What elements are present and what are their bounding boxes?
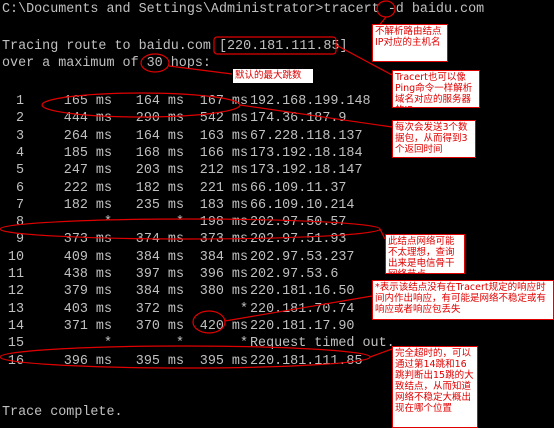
hop-time-2: 397 ms bbox=[135, 267, 184, 282]
hop-number: 6 bbox=[15, 180, 24, 196]
hop-address: 202.97.53.6 bbox=[250, 267, 339, 282]
hop-time-3: 396 ms bbox=[199, 267, 248, 282]
hop-time-2: * bbox=[175, 336, 184, 352]
hop-time-1: 165 ms bbox=[63, 94, 112, 109]
hop-row: 7 182 ms 235 ms 183 ms 66.109.10.214 bbox=[0, 197, 554, 214]
hop-row: 5 247 ms 203 ms 212 ms 173.192.18.147 bbox=[0, 162, 554, 179]
hop-time-3: 542 ms bbox=[199, 111, 248, 127]
hop-address: 220.181.70.74 bbox=[250, 301, 355, 317]
hop-address: 220.181.111.85 bbox=[250, 353, 363, 369]
hop-number: 14 bbox=[7, 318, 24, 334]
note-timeout: 完全超时的，可以通过第14跳和16跳判断出15跳的大致结点，从而知道网络不稳定大… bbox=[392, 346, 478, 428]
hop-address: 174.36.187.9 bbox=[250, 111, 347, 127]
hop-time-2: 374 ms bbox=[135, 232, 184, 248]
hop-time-3: 384 ms bbox=[199, 249, 248, 265]
hop-time-2: 164 ms bbox=[135, 128, 184, 144]
hop-row: 9 373 ms 374 ms 373 ms 202.97.51.93 bbox=[0, 231, 554, 248]
hop-time-1: 409 ms bbox=[63, 249, 112, 265]
hop-time-3: 221 ms bbox=[199, 180, 248, 196]
hop-time-1: 371 ms bbox=[63, 318, 112, 334]
tracing-line: Tracing route to baidu.com [220.181.111.… bbox=[2, 39, 348, 54]
hop-time-1: 396 ms bbox=[63, 353, 112, 369]
hop-row: 8 * * 198 ms 202.97.50.57 bbox=[0, 214, 554, 231]
hop-time-3: 163 ms bbox=[199, 128, 248, 144]
hop-time-1: 444 ms bbox=[63, 111, 112, 127]
command-line: C:\Documents and Settings\Administrator>… bbox=[2, 2, 485, 17]
hop-time-3: 183 ms bbox=[199, 197, 248, 213]
hop-number: 5 bbox=[15, 163, 24, 179]
hop-address: 67.228.118.137 bbox=[250, 128, 363, 144]
hop-time-1: * bbox=[103, 215, 112, 231]
hop-number: 10 bbox=[7, 249, 24, 265]
hop-time-1: 222 ms bbox=[63, 180, 112, 196]
hop-time-3: 166 ms bbox=[199, 145, 248, 161]
hop-time-2: 182 ms bbox=[135, 180, 184, 196]
hop-address: 202.97.51.93 bbox=[250, 232, 347, 248]
hop-address: 66.109.10.214 bbox=[250, 197, 355, 213]
hop-address: 173.192.18.184 bbox=[250, 145, 363, 161]
hop-address: 66.109.11.37 bbox=[250, 180, 347, 196]
hop-time-1: 403 ms bbox=[63, 301, 112, 317]
note-tracert-ping: Tracert也可以像Ping命令一样解析域名对应的服务器的IP bbox=[392, 70, 480, 108]
hop-time-3: 380 ms bbox=[199, 284, 248, 300]
hop-time-1: 373 ms bbox=[63, 232, 112, 248]
hop-time-3: 198 ms bbox=[199, 215, 248, 231]
hop-address: 220.181.16.50 bbox=[250, 284, 355, 300]
note-no-resolve: 不解析路由结点IP对应的主机名 bbox=[372, 24, 448, 62]
hop-address: 202.97.53.237 bbox=[250, 249, 355, 265]
hop-time-1: 264 ms bbox=[63, 128, 112, 144]
trace-complete-line: Trace complete. bbox=[2, 405, 123, 420]
hop-time-1: * bbox=[103, 336, 112, 352]
hop-number: 7 bbox=[15, 197, 24, 213]
hop-time-3: 420 ms bbox=[199, 318, 248, 334]
hop-time-2: 290 ms bbox=[135, 111, 184, 127]
hop-time-1: 438 ms bbox=[63, 267, 112, 282]
note-unstable-node: 此结点网络可能不太理想，查询出来是电信骨干网络节点 bbox=[385, 234, 465, 274]
hop-row: 6 222 ms 182 ms 221 ms 66.109.11.37 bbox=[0, 180, 554, 197]
hop-address: 173.192.18.147 bbox=[250, 163, 363, 179]
hop-time-3: 395 ms bbox=[199, 353, 248, 369]
hop-time-1: 182 ms bbox=[63, 197, 112, 213]
hop-row: 14 371 ms 370 ms 420 ms 220.181.17.90 bbox=[0, 318, 554, 335]
note-max-hops: 默认的最大跳数 bbox=[233, 69, 313, 83]
hop-time-3: 373 ms bbox=[199, 232, 248, 248]
hop-number: 4 bbox=[15, 145, 24, 161]
hop-time-2: 164 ms bbox=[135, 94, 184, 109]
hop-time-2: 370 ms bbox=[135, 318, 184, 334]
hop-address: 202.97.50.57 bbox=[250, 215, 347, 231]
hop-time-2: 372 ms bbox=[135, 301, 184, 317]
hop-address: 220.181.17.90 bbox=[250, 318, 355, 334]
hop-time-2: 203 ms bbox=[135, 163, 184, 179]
hop-time-3: * bbox=[239, 301, 248, 317]
hop-number: 2 bbox=[15, 111, 24, 127]
hop-number: 15 bbox=[7, 336, 24, 352]
hop-number: 9 bbox=[15, 232, 24, 248]
hop-number: 3 bbox=[15, 128, 24, 144]
hop-time-1: 247 ms bbox=[63, 163, 112, 179]
hop-number: 13 bbox=[7, 301, 24, 317]
hop-address: Request timed out. bbox=[250, 336, 395, 352]
hop-time-2: 168 ms bbox=[135, 145, 184, 161]
hop-row: 10 409 ms 384 ms 384 ms 202.97.53.237 bbox=[0, 249, 554, 266]
hop-time-3: 212 ms bbox=[199, 163, 248, 179]
hop-number: 16 bbox=[7, 353, 24, 369]
hop-time-1: 185 ms bbox=[63, 145, 112, 161]
hop-time-2: 235 ms bbox=[135, 197, 184, 213]
hop-time-1: 379 ms bbox=[63, 284, 112, 300]
hop-time-2: * bbox=[175, 215, 184, 231]
hop-number: 12 bbox=[7, 284, 24, 300]
hop-time-3: 167 ms bbox=[199, 94, 248, 109]
hop-time-2: 384 ms bbox=[135, 249, 184, 265]
hop-time-3: * bbox=[239, 336, 248, 352]
hop-time-2: 395 ms bbox=[135, 353, 184, 369]
note-three-packets: 每次会发送3个数据包，从而得到3个返回时间 bbox=[392, 120, 476, 158]
hop-number: 8 bbox=[15, 215, 24, 231]
max-hops-line: over a maximum of 30 hops: bbox=[2, 56, 211, 71]
hop-time-2: 384 ms bbox=[135, 284, 184, 300]
hop-address: 192.168.199.148 bbox=[250, 94, 371, 109]
hop-number: 11 bbox=[7, 267, 24, 282]
note-star-meaning: *表示该结点没有在Tracert规定的响应时间内作出响应，有可能是网络不稳定或有… bbox=[372, 280, 554, 320]
hop-number: 1 bbox=[15, 94, 24, 109]
